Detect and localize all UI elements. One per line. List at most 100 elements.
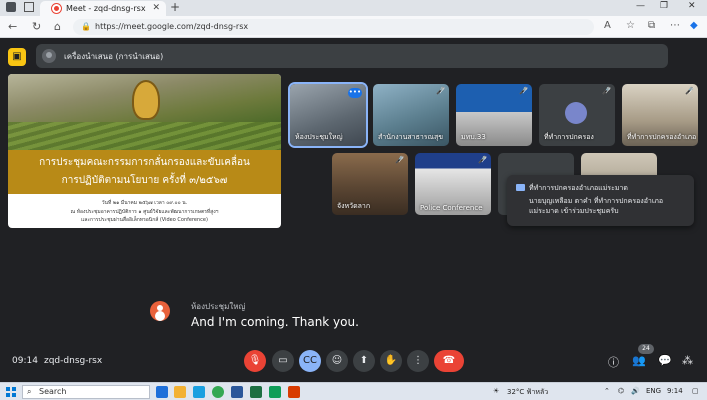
- search-icon: ⌕: [27, 387, 32, 396]
- weather-icon[interactable]: ☀: [493, 387, 499, 395]
- tray-overflow-icon[interactable]: ⌃: [604, 387, 610, 395]
- chrome-icon[interactable]: [212, 386, 224, 398]
- app-icon[interactable]: [269, 386, 281, 398]
- browser-tab-bar: Meet - zqd-dnsg-rsx ✕ + — ❐ ✕: [0, 0, 707, 16]
- present-screen-icon: ⬆: [359, 355, 369, 366]
- refresh-icon[interactable]: ↻: [32, 20, 41, 33]
- task-view-icon[interactable]: [156, 386, 168, 398]
- clock[interactable]: 9:14: [667, 387, 683, 395]
- participant-name: จังหวัดลาก: [337, 202, 371, 210]
- tab-title: Meet - zqd-dnsg-rsx: [66, 4, 146, 13]
- host-controls-icon[interactable]: ▣: [8, 48, 26, 66]
- raise-hand-button[interactable]: ✋: [380, 350, 402, 372]
- tab-meet[interactable]: Meet - zqd-dnsg-rsx ✕: [40, 1, 166, 16]
- browser-toolbar: ← ↻ ⌂ 🔒 https://meet.google.com/zqd-dnsg…: [0, 16, 707, 38]
- slide-detail-line2: ณ ห้องประชุมอาคารปฏิบัติการ ๑ ศูนย์วิจัย…: [70, 209, 219, 215]
- participant-tile[interactable]: ••• ห้องประชุมใหญ่: [290, 84, 366, 146]
- participant-name: ห้องประชุมใหญ่: [295, 133, 343, 141]
- more-options-icon[interactable]: •••: [348, 88, 362, 98]
- search-placeholder: Search: [39, 387, 67, 396]
- notification-icon[interactable]: ▢: [692, 387, 699, 395]
- camera-toggle-button[interactable]: ▭: [272, 350, 294, 372]
- captions-icon: CC: [303, 355, 317, 366]
- chat-button-icon[interactable]: 💬: [658, 354, 672, 367]
- participant-tile[interactable]: 🎤̸ ที่ทำการปกครองอำเภอ: [622, 84, 698, 146]
- participant-tile[interactable]: 🎤̸ Police Conference: [415, 153, 491, 215]
- presenter-label: เครื่องนำเสนอ (การนำเสนอ): [64, 52, 164, 61]
- avatar: [565, 102, 587, 124]
- mic-off-icon: 🎤̸: [478, 156, 487, 164]
- slide-detail-line1: วันที่ ๒๑ มีนาคม ๒๕๖๗ เวลา ๐๙.๐๐ น.: [101, 200, 188, 206]
- emblem-logo: [132, 80, 160, 120]
- file-explorer-icon[interactable]: [174, 386, 186, 398]
- people-icon[interactable]: 👥: [632, 354, 646, 367]
- participant-name: Police Conference: [420, 204, 483, 212]
- new-tab-button[interactable]: +: [170, 0, 180, 14]
- chat-message: นายบุญเหลือม ตาคำ ที่ทำการปกครองอำเภอแม่…: [529, 197, 664, 215]
- presenter-avatar: [42, 49, 56, 63]
- copilot-icon[interactable]: ◆: [690, 20, 698, 31]
- address-bar[interactable]: 🔒 https://meet.google.com/zqd-dnsg-rsx: [73, 19, 594, 35]
- present-button[interactable]: ⬆: [353, 350, 375, 372]
- mic-toggle-button[interactable]: 🎙: [244, 350, 266, 372]
- collections-icon[interactable]: ⧉: [648, 20, 655, 31]
- leave-call-button[interactable]: ☎: [434, 350, 464, 372]
- reactions-button[interactable]: ☺: [326, 350, 348, 372]
- language-indicator[interactable]: ENG: [646, 387, 661, 395]
- captions-button[interactable]: CC: [299, 350, 321, 372]
- minimize-icon[interactable]: —: [636, 1, 645, 11]
- edge-icon[interactable]: [193, 386, 205, 398]
- tab-close-icon[interactable]: ✕: [152, 3, 160, 13]
- close-window-icon[interactable]: ✕: [688, 1, 696, 11]
- taskbar-search[interactable]: ⌕ Search: [22, 385, 150, 399]
- slide-detail-line3: และการประชุมผ่านสื่ออิเล็กทรอนิกส์ (Vide…: [81, 217, 208, 223]
- recording-icon: [52, 4, 61, 13]
- mic-off-icon: 🎤̸: [519, 87, 528, 95]
- mic-off-icon: 🎤̸: [685, 87, 694, 95]
- participant-name: ที่ทำการปกครอง: [544, 133, 594, 141]
- slide-title-band: การประชุมคณะกรรมการกลั่นกรองและขับเคลื่อ…: [8, 150, 281, 194]
- mic-off-icon: 🎤̸: [436, 87, 445, 95]
- maximize-icon[interactable]: ❐: [660, 1, 668, 11]
- url-text: https://meet.google.com/zqd-dnsg-rsx: [95, 22, 249, 31]
- powerpoint-icon[interactable]: [288, 386, 300, 398]
- read-aloud-icon[interactable]: A: [604, 20, 611, 31]
- profile-icon[interactable]: [6, 2, 16, 12]
- emoji-icon: ☺: [331, 355, 343, 366]
- taskbar: ⌕ Search ☀ 32°C ฟ้าหลัว ⌃ ⌬ 🔊 ENG 9:14 ▢: [0, 382, 707, 400]
- volume-icon[interactable]: 🔊: [631, 387, 640, 395]
- word-icon[interactable]: [231, 386, 243, 398]
- hand-icon: ✋: [384, 355, 398, 366]
- participants-count-badge: 24: [638, 344, 654, 354]
- excel-icon[interactable]: [250, 386, 262, 398]
- activities-icon[interactable]: ⁂: [682, 354, 693, 367]
- more-options-button[interactable]: ⋮: [407, 350, 429, 372]
- weather-text[interactable]: 32°C ฟ้าหลัว: [507, 387, 548, 398]
- home-icon[interactable]: ⌂: [54, 20, 61, 33]
- network-icon[interactable]: ⌬: [618, 387, 624, 395]
- camera-icon: ▭: [278, 355, 288, 366]
- chat-sender: ที่ทำการปกครองอำเภอแม่ระมาด: [529, 184, 628, 192]
- participant-tile[interactable]: 🎤̸ สำนักงานสาธารณสุข: [373, 84, 449, 146]
- presenter-bar: เครื่องนำเสนอ (การนำเสนอ): [36, 44, 668, 68]
- back-icon[interactable]: ←: [8, 20, 17, 33]
- participant-tile[interactable]: 🎤̸ มทบ.33: [456, 84, 532, 146]
- presentation-slide: การประชุมคณะกรรมการกลั่นกรองและขับเคลื่อ…: [8, 74, 281, 228]
- meeting-info-icon[interactable]: ⓘ: [608, 354, 619, 370]
- more-vert-icon: ⋮: [413, 355, 423, 366]
- favorites-icon[interactable]: ☆: [626, 20, 635, 31]
- mic-off-icon: 🎙: [248, 355, 262, 366]
- meet-main: ▣ เครื่องนำเสนอ (การนำเสนอ) การประชุมคณะ…: [0, 38, 707, 382]
- participant-tile[interactable]: 🎤̸ ที่ทำการปกครอง: [539, 84, 615, 146]
- participant-name: ที่ทำการปกครองอำเภอ: [627, 133, 697, 141]
- participant-tile[interactable]: 🎤̸ จังหวัดลาก: [332, 153, 408, 215]
- slide-title-line1: การประชุมคณะกรรมการกลั่นกรองและขับเคลื่อ…: [39, 157, 250, 168]
- chat-notification[interactable]: ที่ทำการปกครองอำเภอแม่ระมาด นายบุญเหลือม…: [507, 175, 694, 226]
- start-windows-icon[interactable]: [6, 387, 16, 397]
- meeting-code: zqd-dnsg-rsx: [44, 356, 103, 366]
- settings-more-icon[interactable]: ⋯: [670, 20, 680, 31]
- tab-actions-icon[interactable]: [24, 2, 34, 12]
- participant-name: มทบ.33: [461, 133, 486, 141]
- mic-off-icon: 🎤̸: [602, 87, 611, 95]
- mic-off-icon: 🎤̸: [395, 156, 404, 164]
